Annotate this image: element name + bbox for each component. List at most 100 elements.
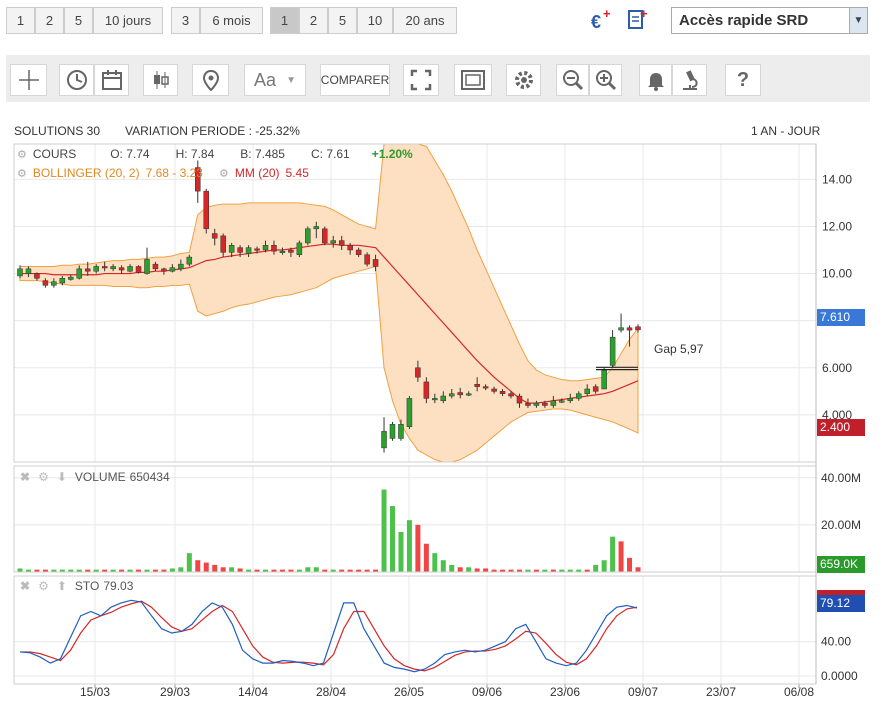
candle-body (406, 398, 413, 427)
volume-bar (550, 569, 556, 572)
candle-body (449, 393, 455, 397)
candle-body (144, 259, 150, 274)
gear-icon[interactable]: ⚙ (38, 470, 49, 484)
candle-body (313, 226, 320, 230)
volume-bar (627, 557, 633, 572)
quick-access-select[interactable]: Accès rapide SRD ▼ (671, 7, 868, 34)
volume-bar (288, 569, 294, 572)
help-icon[interactable]: ? (725, 64, 761, 96)
close-icon[interactable]: ✖ (20, 470, 30, 484)
candle-body (42, 280, 49, 286)
sto-d-line (20, 600, 638, 672)
range-20-years-button[interactable]: 20 ans (393, 7, 457, 34)
range-3-months-button[interactable]: 3 (171, 7, 200, 34)
candle-body (271, 245, 277, 252)
instrument-name: SOLUTIONS 30 (14, 124, 101, 138)
volume-bar (593, 564, 599, 572)
range-5-days-button[interactable]: 5 (64, 7, 93, 34)
crosshair-tool[interactable] (10, 64, 47, 96)
volume-bar (51, 569, 57, 572)
volume-bar (516, 569, 522, 572)
candle-body (305, 228, 311, 244)
zoom-out-tool[interactable] (556, 64, 589, 96)
candle-body (542, 402, 548, 406)
volume-bar (212, 564, 218, 572)
gear-icon[interactable]: ⚙ (219, 167, 229, 180)
price-tick-label: 12.00 (822, 219, 852, 233)
volume-bar (423, 543, 429, 572)
chevron-down-icon[interactable]: ▼ (286, 75, 296, 86)
range-5-years-button[interactable]: 5 (328, 7, 357, 34)
analysis-tool[interactable] (672, 64, 707, 96)
marker-tool[interactable] (192, 64, 229, 96)
candle-body (423, 381, 430, 399)
text-tool[interactable]: Aa ▼ (244, 64, 306, 96)
gear-icon[interactable]: ⚙ (17, 167, 27, 180)
arrow-down-icon[interactable]: ⬇ (57, 470, 67, 484)
candle-body (322, 228, 328, 244)
candle-body (372, 259, 379, 267)
volume-bar (127, 569, 133, 572)
settings-tool[interactable] (506, 64, 541, 96)
date-tick-label: 14/04 (238, 685, 268, 699)
volume-bar (93, 569, 99, 572)
volume-bar (110, 569, 116, 572)
candle-body (491, 388, 497, 392)
volume-bar (466, 567, 472, 572)
volume-bar (364, 569, 370, 572)
candle-body (169, 267, 176, 272)
gear-icon[interactable]: ⚙ (38, 579, 49, 593)
close-icon[interactable]: ✖ (20, 579, 30, 593)
calendar-tool[interactable] (94, 64, 129, 96)
add-document-icon[interactable]: + (625, 7, 651, 33)
fullscreen-tool[interactable] (403, 64, 439, 96)
compare-button[interactable]: COMPARER (320, 64, 390, 96)
candlesticks (17, 160, 641, 453)
candle-body (101, 266, 108, 269)
arrow-up-icon[interactable]: ⬆ (57, 579, 67, 593)
volume-bar (584, 569, 590, 572)
panel-frame (13, 143, 817, 463)
bollinger-area (19, 143, 639, 463)
chevron-down-icon[interactable]: ▼ (849, 8, 867, 33)
range-10-days-button[interactable]: 10 jours (93, 7, 163, 34)
history-tool[interactable] (59, 64, 94, 96)
mm20-line (20, 243, 639, 404)
range-2-years-button[interactable]: 2 (299, 7, 328, 34)
volume-value: 650434 (129, 470, 170, 484)
alert-tool[interactable] (639, 64, 672, 96)
range-1-day-button[interactable]: 1 (6, 7, 35, 34)
volume-bar (432, 553, 438, 572)
range-1-year-button[interactable]: 1 (270, 7, 299, 34)
axes: 14.0012.0010.008.0006.0004.00040.00M20.0… (80, 172, 861, 699)
volume-bar (500, 569, 506, 572)
cours-legend: ⚙ COURS O: 7.74 H: 7.84 B: 7.485 C: 7.61… (17, 147, 413, 161)
volume-bar (186, 553, 192, 572)
range-2-days-button[interactable]: 2 (35, 7, 64, 34)
sto-badge: 79.12 (817, 595, 865, 612)
range-bar: 1 2 5 10 jours 3 6 mois 1 2 5 10 20 ans … (0, 0, 892, 40)
candle-body (296, 242, 303, 255)
gear-icon[interactable]: ⚙ (17, 148, 27, 161)
volume-bar (330, 569, 336, 572)
candle-body (474, 384, 480, 387)
chart-type-tool[interactable] (143, 64, 178, 96)
candle-body (592, 386, 599, 392)
candle-body (516, 395, 523, 404)
volume-bar (347, 569, 353, 572)
volume-bar (415, 524, 421, 572)
volume-bar (508, 569, 514, 572)
candle-body (550, 400, 557, 406)
frame-tool[interactable] (454, 64, 492, 96)
bollinger-legend: ⚙ BOLLINGER (20, 2) 7.68 - 3.23 (17, 166, 203, 180)
stock-chart[interactable]: 14.0012.0010.008.0006.0004.00040.00M20.0… (0, 0, 892, 713)
add-currency-icon[interactable]: € + (588, 7, 614, 33)
volume-bar (178, 567, 184, 572)
range-6-months-button[interactable]: 6 mois (200, 7, 263, 34)
volume-bar (440, 560, 446, 572)
range-10-years-button[interactable]: 10 (357, 7, 393, 34)
date-tick-label: 06/08 (784, 685, 814, 699)
zoom-in-tool[interactable] (589, 64, 622, 96)
cours-label: COURS (32, 147, 77, 161)
chart-toolbar: Aa ▼ COMPARER ? (6, 55, 870, 102)
